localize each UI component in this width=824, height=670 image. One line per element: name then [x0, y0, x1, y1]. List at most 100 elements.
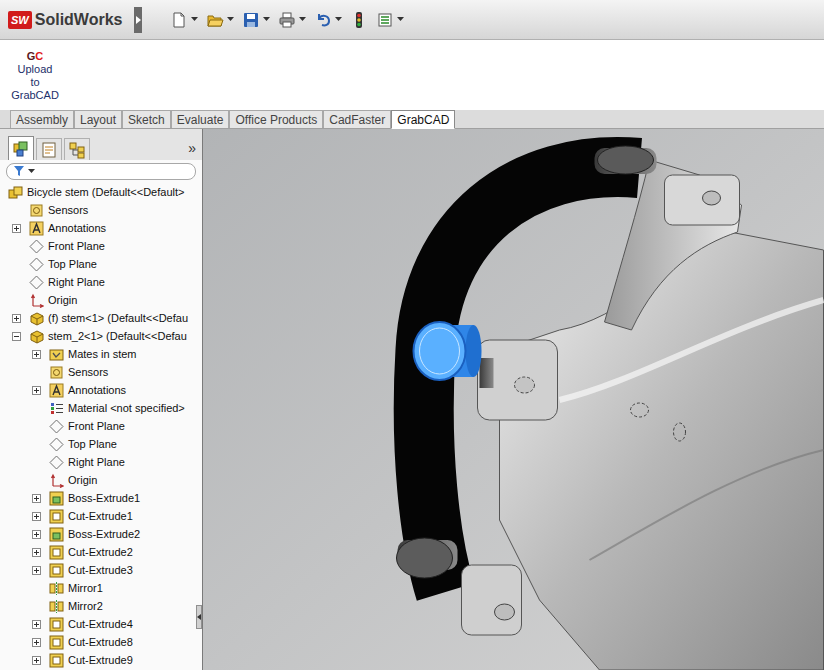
tree-item[interactable]: Origin — [0, 291, 202, 309]
tree-item-label: Origin — [68, 472, 97, 488]
expand-icon[interactable] — [32, 620, 41, 629]
plane-icon — [49, 437, 64, 452]
options-icon[interactable] — [376, 11, 394, 29]
toolbar-button[interactable] — [376, 11, 404, 29]
panel-tab[interactable] — [64, 138, 90, 160]
collapse-icon[interactable] — [12, 332, 21, 341]
tree-item[interactable]: Front Plane — [0, 237, 202, 255]
command-tab[interactable]: GrabCAD — [391, 110, 455, 129]
open-icon[interactable] — [206, 11, 224, 29]
toolbar-button[interactable] — [242, 11, 270, 29]
tree-item[interactable]: Mates in stem — [0, 345, 202, 363]
expand-icon[interactable] — [32, 350, 41, 359]
tree-item[interactable]: Mirror2 — [0, 597, 202, 615]
tree-item[interactable]: Sensors — [0, 363, 202, 381]
stem-model[interactable] — [203, 129, 824, 670]
tree-item[interactable]: Cut-Extrude1 — [0, 507, 202, 525]
tree-item[interactable]: Material <not specified> — [0, 399, 202, 417]
save-icon[interactable] — [242, 11, 260, 29]
sensors-icon — [49, 365, 64, 380]
tree-item[interactable]: Boss-Extrude1 — [0, 489, 202, 507]
dropdown-icon[interactable] — [227, 17, 234, 22]
tree-item[interactable]: Origin — [0, 471, 202, 489]
tree-item[interactable]: Top Plane — [0, 435, 202, 453]
tree-item[interactable]: Boss-Extrude2 — [0, 525, 202, 543]
command-tab[interactable]: Evaluate — [171, 110, 230, 128]
tree-item[interactable]: Cut-Extrude4 — [0, 615, 202, 633]
tree-item[interactable]: Bicycle stem (Default<<Default> — [0, 183, 202, 201]
expand-icon[interactable] — [32, 638, 41, 647]
dropdown-icon[interactable] — [335, 17, 342, 22]
toolbar-button[interactable] — [314, 11, 342, 29]
toolbar-button[interactable] — [206, 11, 234, 29]
expand-icon[interactable] — [32, 530, 41, 539]
new-icon[interactable] — [170, 11, 188, 29]
filter-field[interactable] — [6, 163, 196, 180]
panel-resize-handle[interactable] — [196, 605, 202, 629]
app-logo[interactable]: SWSolidWorks — [8, 10, 122, 30]
origin-icon — [49, 473, 64, 488]
panel-tab[interactable] — [36, 138, 62, 160]
material-icon — [49, 401, 64, 416]
expand-icon[interactable] — [12, 224, 21, 233]
light-icon[interactable] — [350, 11, 368, 29]
tree-item-label: Boss-Extrude2 — [68, 526, 140, 542]
command-tab[interactable]: Layout — [74, 110, 122, 128]
expand-icon[interactable] — [32, 512, 41, 521]
upload-button[interactable]: GCUploadtoGrabCAD — [12, 50, 58, 102]
tree-item[interactable]: Sensors — [0, 201, 202, 219]
tree-item[interactable]: Mirror1 — [0, 579, 202, 597]
command-tab[interactable]: Assembly — [10, 110, 74, 128]
toolbar-button[interactable] — [170, 11, 198, 29]
property-icon — [40, 141, 58, 159]
graphics-viewport[interactable] — [203, 129, 824, 670]
tree-item-label: Mirror1 — [68, 580, 103, 596]
print-icon[interactable] — [278, 11, 296, 29]
tree-item[interactable]: Annotations — [0, 219, 202, 237]
menu-arrow[interactable] — [134, 7, 142, 33]
tree-item[interactable]: Front Plane — [0, 417, 202, 435]
feature-manager: »Bicycle stem (Default<<Default>SensorsA… — [0, 129, 203, 670]
tree-item-label: Cut-Extrude2 — [68, 544, 133, 560]
tree-item[interactable]: stem_2<1> (Default<<Defau — [0, 327, 202, 345]
expand-icon[interactable] — [32, 548, 41, 557]
expand-icon[interactable] — [32, 494, 41, 503]
button-label: GrabCAD — [11, 89, 59, 102]
dropdown-icon[interactable] — [299, 17, 306, 22]
expand-icon[interactable] — [32, 566, 41, 575]
tree-item[interactable]: (f) stem<1> (Default<<Defau — [0, 309, 202, 327]
expand-icon[interactable] — [32, 386, 41, 395]
tree-item-label: Mates in stem — [68, 346, 136, 362]
expand-icon[interactable] — [32, 656, 41, 665]
tree-item[interactable]: Cut-Extrude8 — [0, 633, 202, 651]
tree-item[interactable]: Cut-Extrude9 — [0, 651, 202, 669]
tree-item[interactable]: Annotations — [0, 381, 202, 399]
command-tab[interactable]: Office Products — [229, 110, 323, 128]
boss-icon — [49, 527, 64, 542]
tree-item[interactable]: Cut-Extrude2 — [0, 543, 202, 561]
tree-item[interactable]: Right Plane — [0, 273, 202, 291]
dropdown-icon[interactable] — [191, 17, 198, 22]
dropdown-icon[interactable] — [263, 17, 270, 22]
grabcad-logo: GC — [27, 50, 44, 63]
expand-icon[interactable] — [12, 314, 21, 323]
tree-item[interactable]: Top Plane — [0, 255, 202, 273]
tree-item-label: Top Plane — [48, 256, 97, 272]
cut-icon — [49, 635, 64, 650]
command-tab[interactable]: CadFaster — [323, 110, 391, 128]
toolbar-button[interactable] — [278, 11, 306, 29]
dropdown-icon[interactable] — [28, 169, 35, 174]
panel-tab[interactable] — [8, 136, 34, 160]
undo-icon[interactable] — [314, 11, 332, 29]
dropdown-icon[interactable] — [397, 17, 404, 22]
command-tab[interactable]: Sketch — [122, 110, 171, 128]
tree-item-label: Cut-Extrude9 — [68, 652, 133, 668]
tree-item[interactable]: Right Plane — [0, 453, 202, 471]
tree-item-label: Annotations — [48, 220, 106, 236]
collapse-panel[interactable]: » — [188, 140, 196, 156]
toolbar-button[interactable] — [350, 11, 368, 29]
tree-item[interactable]: Cut-Extrude3 — [0, 561, 202, 579]
tree-item-label: Right Plane — [48, 274, 105, 290]
tree-item-label: Cut-Extrude1 — [68, 508, 133, 524]
plane-icon — [49, 455, 64, 470]
